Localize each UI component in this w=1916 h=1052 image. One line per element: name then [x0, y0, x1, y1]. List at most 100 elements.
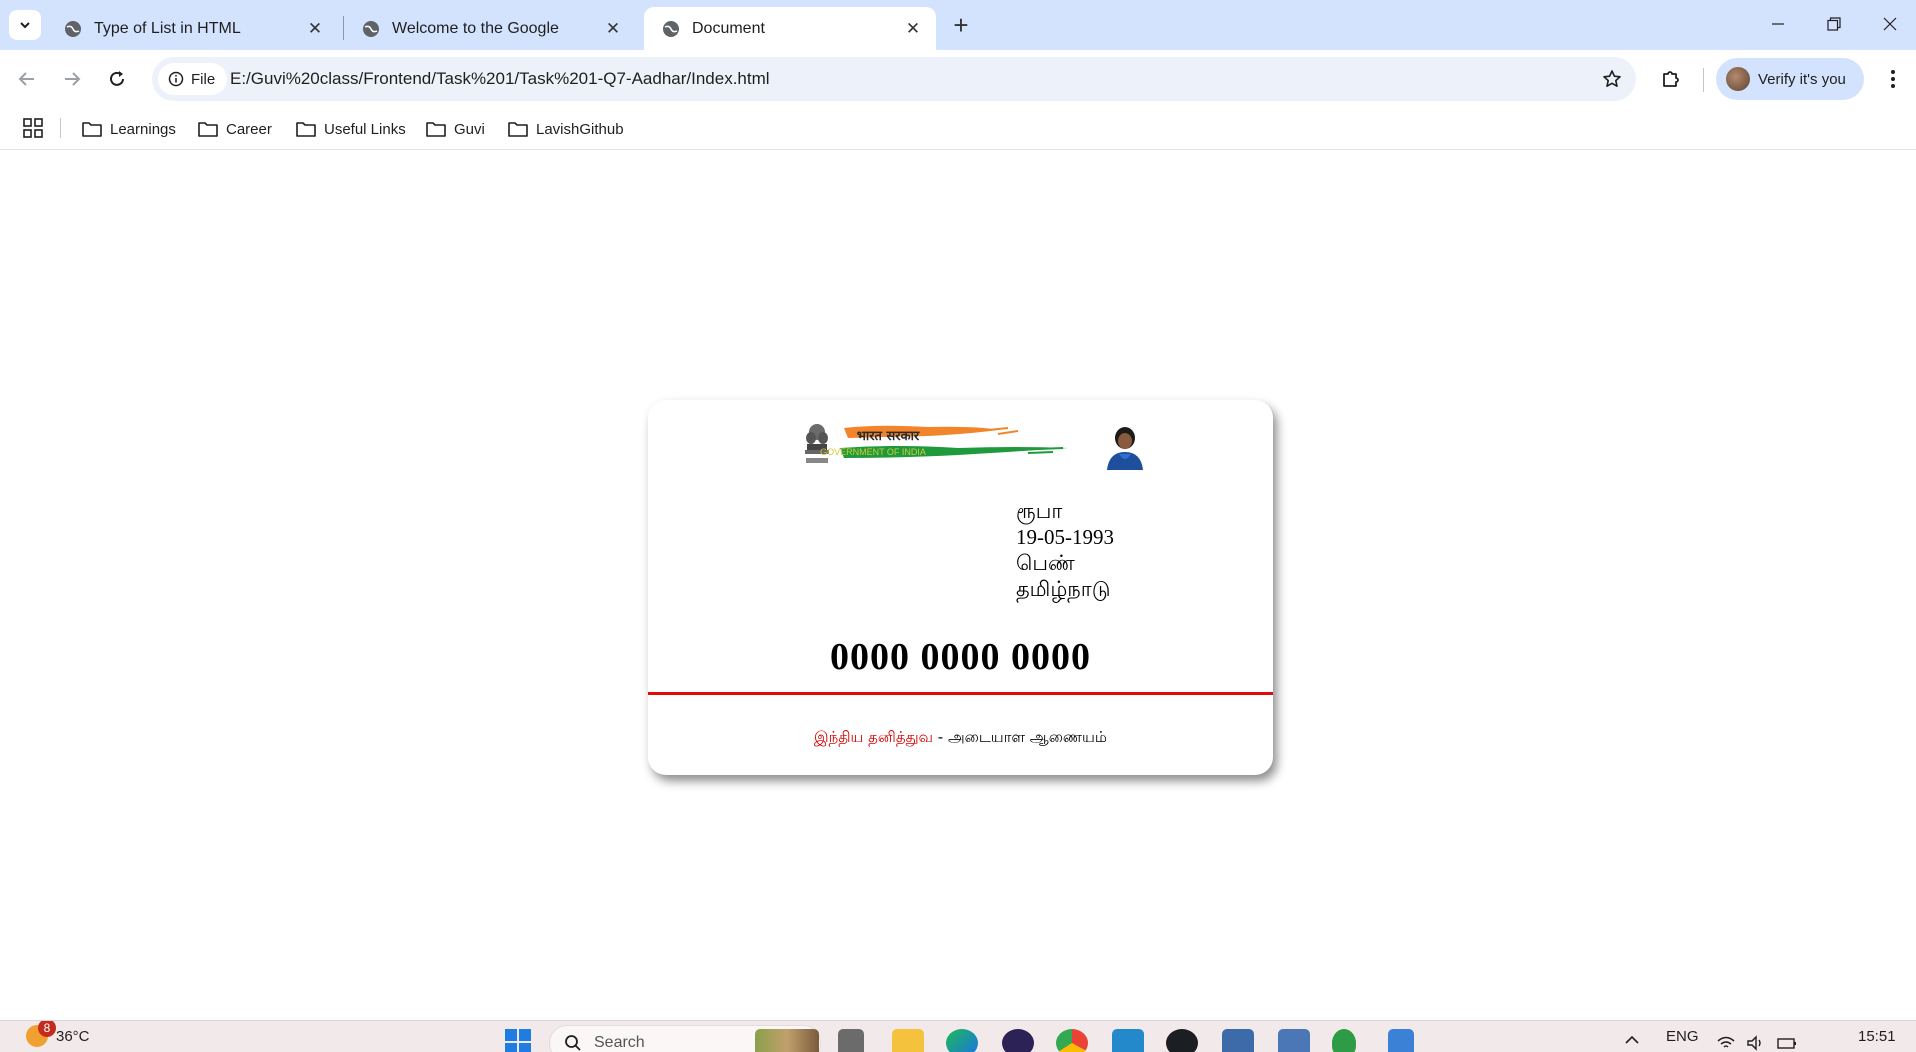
restore-button[interactable] — [1806, 0, 1862, 48]
search-placeholder: Search — [594, 1034, 645, 1051]
bookmark-folder-guvi[interactable]: Guvi — [426, 117, 485, 141]
close-icon[interactable]: ✕ — [902, 18, 924, 40]
bookmark-folder-lavishgithub[interactable]: LavishGithub — [508, 117, 624, 141]
folder-icon — [198, 122, 218, 137]
folder-icon — [82, 122, 102, 137]
notification-badge: 8 — [38, 1021, 56, 1037]
red-divider — [648, 692, 1273, 695]
tab-search-button[interactable] — [9, 10, 41, 40]
new-tab-button[interactable]: + — [948, 10, 974, 40]
clock[interactable]: 15:51 — [1858, 1028, 1896, 1045]
address-bar[interactable]: File E:/Guvi%20class/Frontend/Task%201/T… — [152, 57, 1636, 101]
globe-icon — [65, 20, 81, 37]
star-icon — [1603, 70, 1621, 87]
gov-hindi-text: भारत सरकार — [856, 429, 920, 444]
browser-toolbar: File E:/Guvi%20class/Frontend/Task%201/T… — [0, 50, 1916, 108]
profile-label: Verify it's you — [1758, 70, 1846, 88]
minimize-icon — [1772, 23, 1784, 25]
taskbar-app-edge[interactable] — [946, 1029, 978, 1052]
language-indicator[interactable]: ENG — [1666, 1028, 1699, 1045]
forward-button[interactable] — [55, 62, 89, 96]
folder-icon — [426, 122, 446, 137]
menu-button[interactable] — [1880, 62, 1906, 96]
back-button[interactable] — [10, 62, 44, 96]
bookmarks-bar: Learnings Career Useful Links Guvi Lavis… — [0, 108, 1916, 150]
taskbar-app-github[interactable] — [1166, 1029, 1198, 1052]
footer-separator: - — [933, 728, 948, 746]
search-icon — [565, 1035, 581, 1051]
aadhaar-card: भारत सरकार GOVERNMENT OF INDIA ரூபா 19-0… — [648, 400, 1273, 775]
footer-black-text: அடையாள ஆணையம் — [947, 728, 1107, 746]
minimize-button[interactable] — [1750, 0, 1806, 48]
restore-icon — [1827, 17, 1841, 31]
bookmark-label: Useful Links — [324, 120, 406, 138]
weather-icon: 8 — [26, 1021, 56, 1047]
wifi-icon[interactable] — [1716, 1035, 1736, 1051]
profile-button[interactable]: Verify it's you — [1716, 58, 1864, 100]
holder-details: ரூபா 19-05-1993 பெண் தமிழ்நாடு — [1016, 498, 1114, 602]
globe-icon — [663, 20, 679, 37]
chevron-down-icon — [20, 22, 30, 29]
more-vertical-icon — [1891, 70, 1895, 88]
info-icon — [168, 71, 184, 87]
url-text[interactable]: E:/Guvi%20class/Frontend/Task%201/Task%2… — [230, 69, 770, 89]
volume-icon[interactable] — [1746, 1035, 1766, 1051]
puzzle-icon — [1663, 71, 1679, 87]
holder-state: தமிழ்நாடு — [1016, 577, 1111, 601]
holder-gender: பெண் — [1016, 551, 1075, 575]
holder-dob: 19-05-1993 — [1016, 525, 1114, 549]
bookmark-label: Learnings — [110, 120, 176, 138]
globe-icon — [363, 20, 379, 37]
taskbar-app-mysql-2[interactable] — [1278, 1029, 1310, 1052]
close-icon — [1883, 17, 1897, 31]
taskbar-app-mongodb[interactable] — [1332, 1029, 1356, 1052]
extensions-button[interactable] — [1654, 62, 1688, 96]
page-viewport: भारत सरकार GOVERNMENT OF INDIA ரூபா 19-0… — [0, 151, 1916, 1020]
scheme-label: File — [191, 70, 216, 88]
tab-title: Welcome to the Google — [392, 19, 559, 37]
tab-title: Type of List in HTML — [94, 19, 241, 37]
close-icon[interactable]: ✕ — [602, 18, 624, 40]
bookmarks-divider — [60, 118, 61, 138]
holder-name: ரூபா — [1016, 499, 1063, 523]
card-footer: இந்திய தனித்துவ - அடையாள ஆணையம் — [648, 728, 1273, 748]
close-icon[interactable]: ✕ — [304, 18, 326, 40]
bookmark-label: LavishGithub — [536, 120, 624, 138]
bookmark-label: Guvi — [454, 120, 485, 138]
taskbar-app-task-view[interactable] — [838, 1029, 864, 1052]
windows-start-icon[interactable] — [503, 1027, 533, 1052]
site-info-chip[interactable]: File — [158, 63, 228, 95]
bookmark-label: Career — [226, 120, 272, 138]
taskbar-app-file-explorer[interactable] — [892, 1029, 924, 1052]
national-emblem-icon — [805, 424, 829, 463]
bookmark-folder-learnings[interactable]: Learnings — [82, 117, 176, 141]
chevron-up-icon[interactable] — [1624, 1033, 1640, 1045]
tab-welcome-google[interactable]: Welcome to the Google ✕ — [344, 7, 636, 50]
bookmark-folder-career[interactable]: Career — [198, 117, 272, 141]
taskbar-app-chrome[interactable] — [1056, 1029, 1088, 1052]
apps-grid-icon[interactable] — [22, 117, 44, 139]
taskbar-app-notepad[interactable] — [1388, 1029, 1414, 1052]
taskbar-app-vscode[interactable] — [1112, 1029, 1144, 1052]
avatar — [1726, 67, 1750, 91]
taskbar-widget-image[interactable] — [755, 1029, 819, 1052]
weather-widget[interactable]: 8 36°C — [26, 1021, 90, 1047]
aadhaar-number: 0000 0000 0000 — [830, 636, 1091, 678]
gov-english-text: GOVERNMENT OF INDIA — [820, 447, 926, 457]
reload-icon — [110, 71, 124, 86]
bookmark-folder-useful-links[interactable]: Useful Links — [296, 117, 406, 141]
taskbar-app-eclipse[interactable] — [1002, 1029, 1034, 1052]
tab-document[interactable]: Document ✕ — [644, 7, 936, 50]
taskbar-app-mysql[interactable] — [1222, 1029, 1254, 1052]
windows-taskbar: 8 36°C Search ENG 15:51 — [0, 1020, 1916, 1052]
arrow-right-icon — [65, 72, 81, 86]
folder-icon — [508, 122, 528, 137]
tab-strip: Type of List in HTML ✕ Welcome to the Go… — [0, 0, 1916, 50]
reload-button[interactable] — [100, 62, 134, 96]
battery-icon[interactable] — [1776, 1035, 1798, 1051]
bookmark-star-button[interactable] — [1600, 67, 1624, 91]
footer-red-text: இந்திய தனித்துவ — [814, 728, 934, 746]
tab-type-of-list[interactable]: Type of List in HTML ✕ — [46, 7, 338, 50]
close-window-button[interactable] — [1862, 0, 1916, 48]
weather-temp: 36°C — [56, 1027, 90, 1045]
